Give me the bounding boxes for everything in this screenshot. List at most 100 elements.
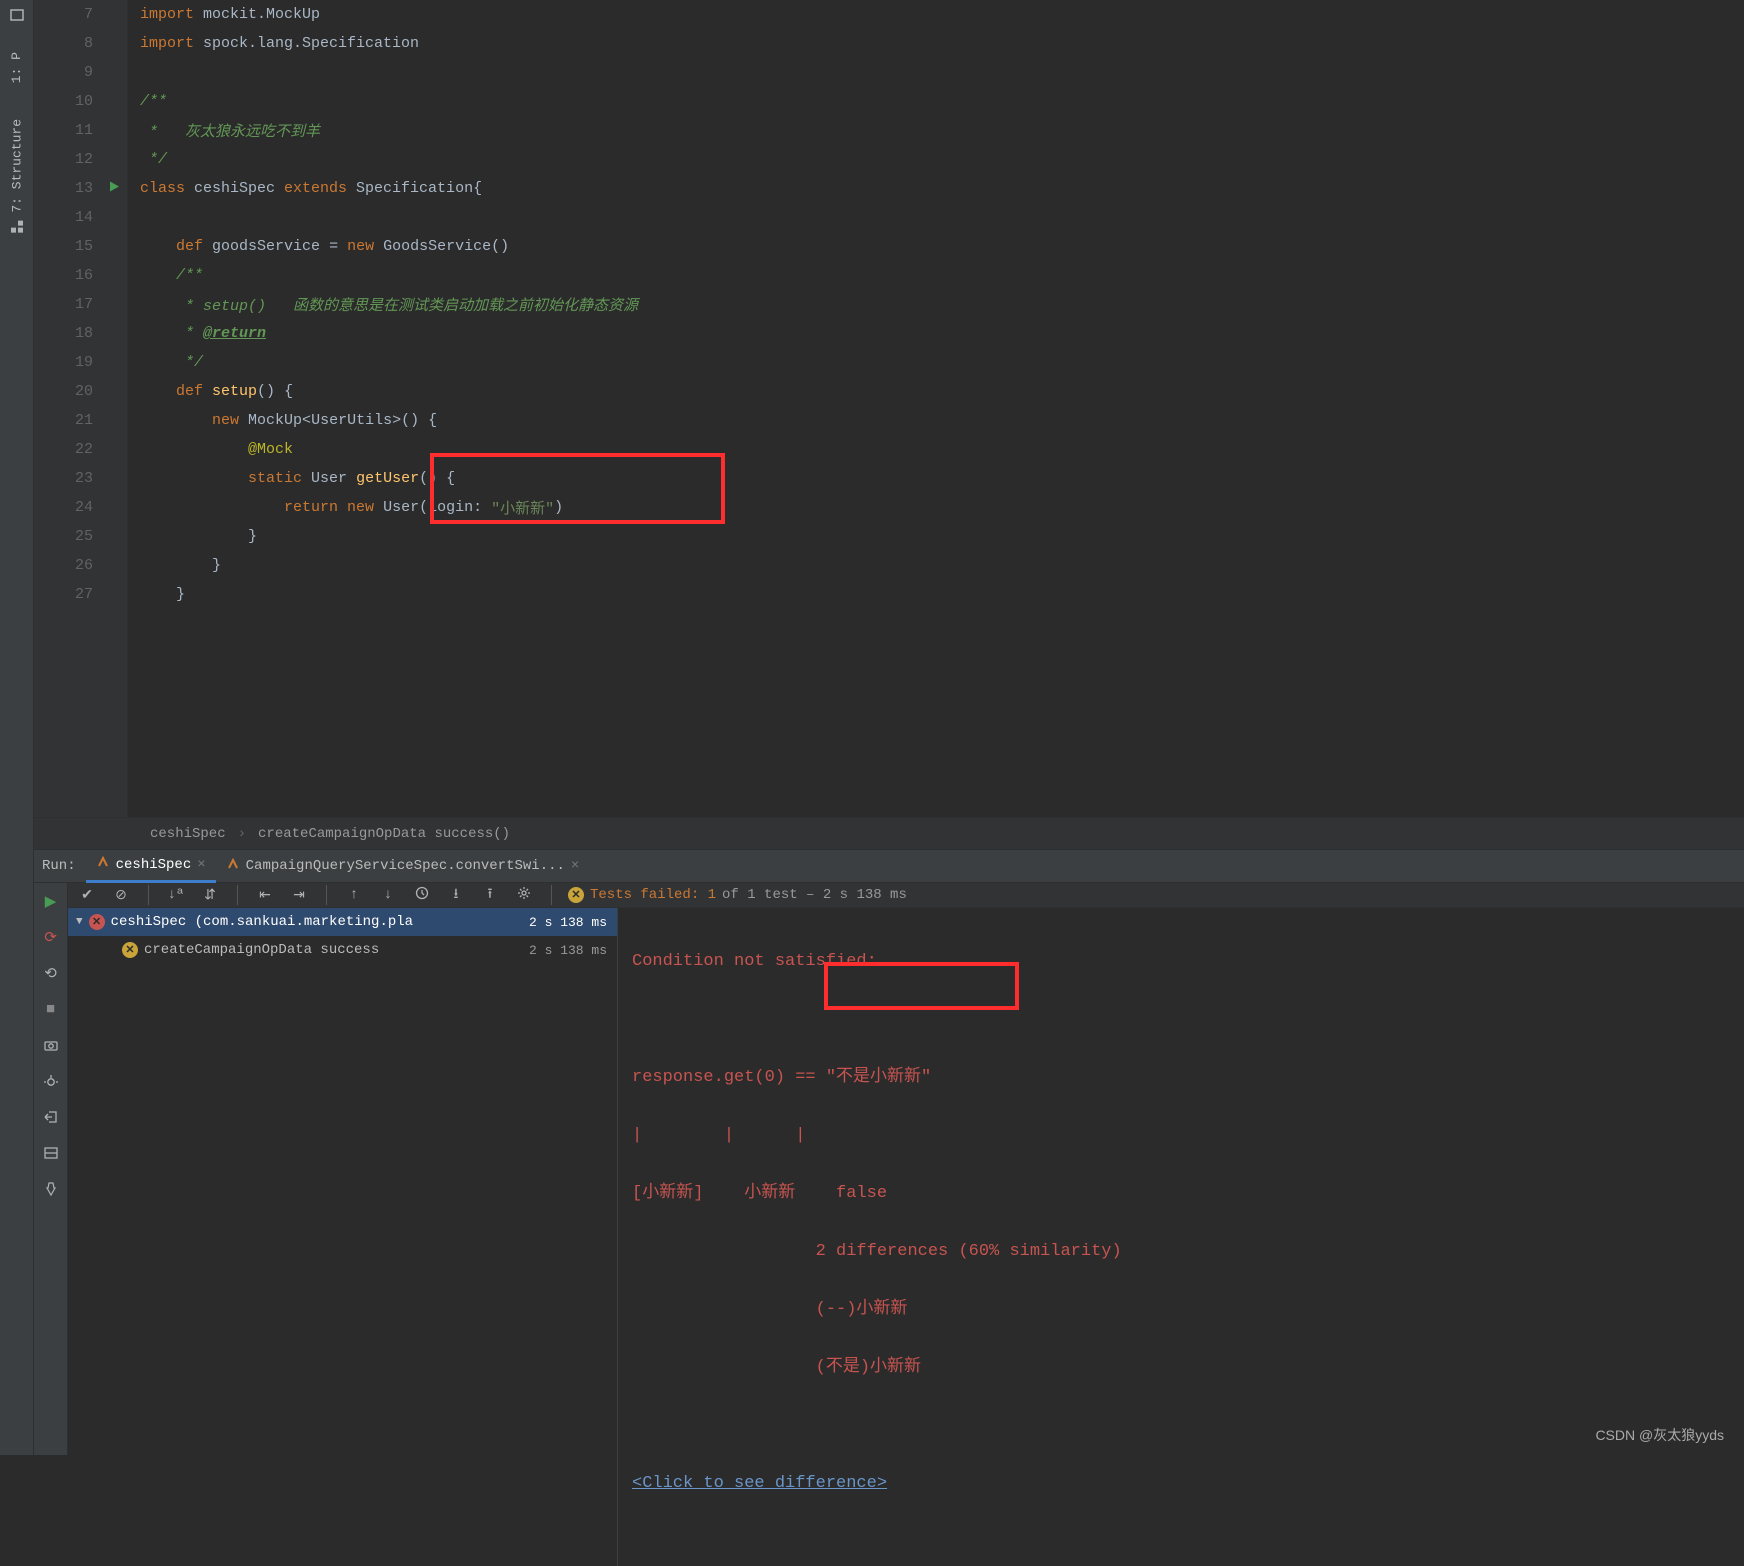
- settings-icon[interactable]: [513, 885, 535, 906]
- code-line[interactable]: [140, 58, 1744, 87]
- code-line[interactable]: new MockUp<UserUtils>() {: [140, 406, 1744, 435]
- code-line[interactable]: }: [140, 551, 1744, 580]
- chevron-right-icon: ›: [232, 826, 252, 842]
- test-tab-icon: [96, 855, 110, 874]
- gutter-line[interactable]: 22: [34, 435, 127, 464]
- watermark: CSDN @灰太狼yyds: [1595, 1425, 1724, 1445]
- history-icon[interactable]: [411, 885, 433, 906]
- down-icon[interactable]: ↓: [377, 887, 399, 903]
- gutter-line[interactable]: 11: [34, 116, 127, 145]
- line-gutter: 789101112131415161718192021222324252627: [34, 0, 128, 817]
- layout-icon[interactable]: [41, 1143, 61, 1163]
- code-line[interactable]: [140, 203, 1744, 232]
- warn-icon: [122, 942, 138, 958]
- gutter-line[interactable]: 24: [34, 493, 127, 522]
- gutter-line[interactable]: 17: [34, 290, 127, 319]
- close-icon[interactable]: ×: [571, 858, 579, 874]
- run-gutter-icon[interactable]: [107, 179, 121, 198]
- tests-failed-status: Tests failed: 1 of 1 test – 2 s 138 ms: [568, 887, 907, 903]
- code-line[interactable]: /**: [140, 261, 1744, 290]
- gutter-line[interactable]: 25: [34, 522, 127, 551]
- code-line[interactable]: * 灰太狼永远吃不到羊: [140, 116, 1744, 145]
- camera-icon[interactable]: [41, 1035, 61, 1055]
- test-tree[interactable]: ▼ceshiSpec (com.sankuai.marketing.pla2 s…: [68, 908, 618, 1566]
- expand-icon[interactable]: ⇥: [288, 887, 310, 904]
- test-tree-row[interactable]: ▼ceshiSpec (com.sankuai.marketing.pla2 s…: [68, 908, 617, 936]
- breadcrumb-class[interactable]: ceshiSpec: [144, 826, 232, 842]
- test-tab-icon: [226, 857, 240, 876]
- run-panel: ▶ ⟳ ⟲ ■ ✔ ⊘ ↓ª: [34, 883, 1744, 1455]
- import-icon[interactable]: ⭳: [445, 883, 467, 907]
- gutter-line[interactable]: 12: [34, 145, 127, 174]
- code-line[interactable]: @Mock: [140, 435, 1744, 464]
- code-line[interactable]: return new User(login: "小新新"): [140, 493, 1744, 522]
- code-line[interactable]: def goodsService = new GoodsService(): [140, 232, 1744, 261]
- code-line[interactable]: }: [140, 522, 1744, 551]
- sidebar-tab-project[interactable]: 1: P: [7, 44, 26, 91]
- gutter-line[interactable]: 7: [34, 0, 127, 29]
- code-line[interactable]: /**: [140, 87, 1744, 116]
- main-area: 789101112131415161718192021222324252627 …: [34, 0, 1744, 1455]
- stop-icon[interactable]: ■: [41, 999, 61, 1019]
- sort-icon[interactable]: ↓ª: [165, 887, 187, 903]
- see-difference-link[interactable]: <Click to see difference>: [632, 1474, 887, 1493]
- filter-icon[interactable]: ⇵: [199, 887, 221, 904]
- code-line[interactable]: }: [140, 580, 1744, 609]
- gutter-line[interactable]: 26: [34, 551, 127, 580]
- sidebar-tab-structure[interactable]: 7: Structure: [7, 111, 27, 243]
- code-line[interactable]: * setup() 函数的意思是在测试类启动加载之前初始化静态资源: [140, 290, 1744, 319]
- gutter-line[interactable]: 9: [34, 58, 127, 87]
- code-area[interactable]: import mockit.MockUpimport spock.lang.Sp…: [128, 0, 1744, 817]
- exit-icon[interactable]: [41, 1107, 61, 1127]
- breadcrumb-method[interactable]: createCampaignOpData success(): [252, 826, 516, 842]
- test-tree-row[interactable]: createCampaignOpData success2 s 138 ms: [68, 936, 617, 964]
- close-icon[interactable]: ×: [197, 857, 205, 873]
- gutter-line[interactable]: 23: [34, 464, 127, 493]
- toggle-auto-icon[interactable]: ⟲: [41, 963, 61, 983]
- code-line[interactable]: class ceshiSpec extends Specification{: [140, 174, 1744, 203]
- chevron-down-icon[interactable]: ▼: [76, 916, 83, 928]
- run-tab-bar: Run: ceshiSpec×CampaignQueryServiceSpec.…: [34, 849, 1744, 883]
- run-side-toolbar: ▶ ⟳ ⟲ ■: [34, 883, 68, 1455]
- up-icon[interactable]: ↑: [343, 887, 365, 903]
- left-toolbar: 1: P 7: Structure: [0, 0, 34, 1455]
- gutter-line[interactable]: 13: [34, 174, 127, 203]
- block-icon[interactable]: ⊘: [110, 887, 132, 904]
- code-line[interactable]: import mockit.MockUp: [140, 0, 1744, 29]
- code-line[interactable]: */: [140, 145, 1744, 174]
- run-label: Run:: [40, 858, 86, 874]
- breadcrumb[interactable]: ceshiSpec › createCampaignOpData success…: [34, 817, 1744, 849]
- export-icon[interactable]: ⭱: [479, 883, 501, 907]
- gutter-line[interactable]: 16: [34, 261, 127, 290]
- gutter-line[interactable]: 8: [34, 29, 127, 58]
- code-line[interactable]: import spock.lang.Specification: [140, 29, 1744, 58]
- test-time: 2 s 138 ms: [529, 915, 617, 930]
- test-output[interactable]: Condition not satisfied: response.get(0)…: [618, 908, 1744, 1566]
- editor[interactable]: 789101112131415161718192021222324252627 …: [34, 0, 1744, 817]
- warn-icon: [568, 887, 584, 903]
- rerun-failed-icon[interactable]: ⟳: [41, 927, 61, 947]
- gutter-line[interactable]: 18: [34, 319, 127, 348]
- gutter-line[interactable]: 20: [34, 377, 127, 406]
- run-tab[interactable]: CampaignQueryServiceSpec.convertSwi...×: [216, 849, 590, 883]
- gutter-line[interactable]: 19: [34, 348, 127, 377]
- code-line[interactable]: def setup() {: [140, 377, 1744, 406]
- gutter-line[interactable]: 15: [34, 232, 127, 261]
- gutter-line[interactable]: 21: [34, 406, 127, 435]
- code-line[interactable]: * @return: [140, 319, 1744, 348]
- check-icon[interactable]: ✔: [76, 887, 98, 904]
- gutter-line[interactable]: 27: [34, 580, 127, 609]
- gutter-line[interactable]: 14: [34, 203, 127, 232]
- pin-icon[interactable]: [41, 1179, 61, 1199]
- code-line[interactable]: static User getUser() {: [140, 464, 1744, 493]
- code-line[interactable]: */: [140, 348, 1744, 377]
- collapse-icon[interactable]: ⇤: [254, 887, 276, 904]
- run-tab[interactable]: ceshiSpec×: [86, 849, 216, 883]
- project-icon[interactable]: [8, 6, 26, 24]
- run-toolbar: ✔ ⊘ ↓ª ⇵ ⇤ ⇥ ↑ ↓ ⭳ ⭱: [68, 883, 1744, 908]
- test-time: 2 s 138 ms: [529, 943, 617, 958]
- gutter-line[interactable]: 10: [34, 87, 127, 116]
- bug-icon[interactable]: [41, 1071, 61, 1091]
- fail-icon: [89, 914, 105, 930]
- run-icon[interactable]: ▶: [41, 891, 61, 911]
